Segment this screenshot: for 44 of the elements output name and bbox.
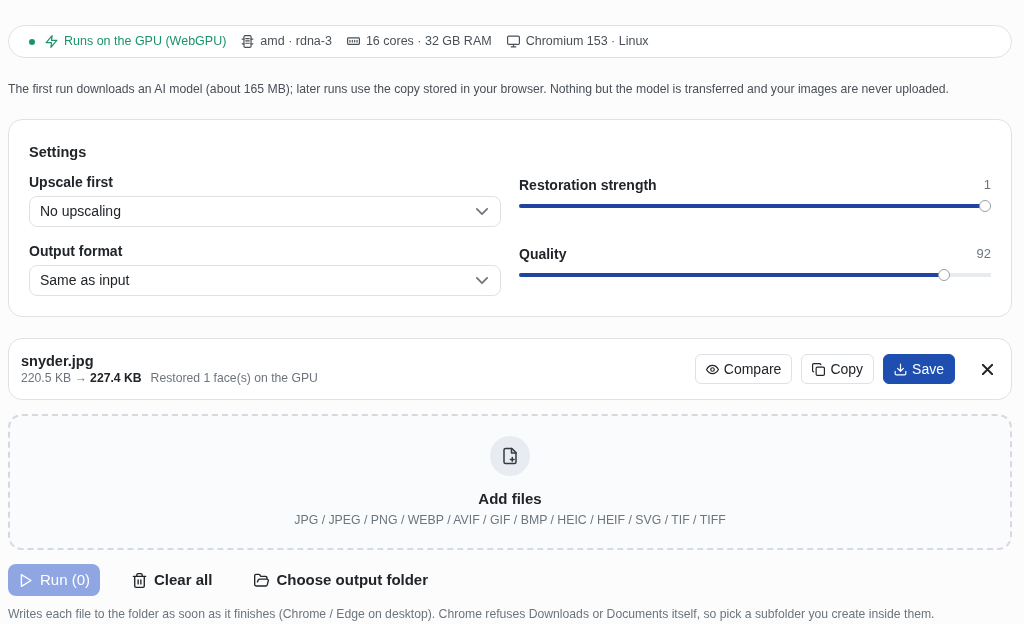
chevron-down-icon — [476, 277, 488, 285]
folder-icon — [254, 572, 270, 588]
status-text: Runs on the GPU (WebGPU) — [64, 33, 227, 51]
compare-button[interactable]: Compare — [694, 354, 793, 385]
select-field[interactable]: No upscaling — [29, 196, 501, 228]
copy-icon — [812, 362, 826, 376]
status-dot-icon — [29, 38, 35, 45]
eye-icon — [705, 362, 719, 376]
slider-label: Restoration strength — [519, 176, 657, 196]
copy-button[interactable]: Copy — [801, 354, 875, 385]
download-icon — [894, 362, 908, 376]
choose-folder-button[interactable]: Choose output folder — [244, 564, 439, 597]
monitor-icon — [506, 35, 520, 48]
remove-button[interactable] — [982, 363, 993, 375]
settings-title: Settings — [29, 143, 88, 163]
slider-label: Quality — [519, 245, 567, 265]
play-icon — [18, 572, 33, 588]
file-sizes: 220.5 KB → 227.4 KB — [21, 370, 142, 387]
format-list: JPG / JPEG / PNG / WEBP / AVIF / GIF / BMP / HEIC / HEIF / SVG / TIF / TIFF — [294, 512, 726, 529]
file-name: snyder.jpg — [21, 352, 95, 371]
select-field[interactable]: Same as input — [29, 265, 501, 297]
clear-all-button[interactable]: Clear all — [122, 564, 223, 597]
lightning-icon — [45, 35, 58, 48]
output-folder-note: Writes each file to the folder as soon as it finishes (Chrome / Edge on desktop). Chrome refuses Downloads or Documents itself, so pick a subfolder you create inside them. — [8, 606, 936, 623]
status-text: amd · rdna-3 — [260, 33, 332, 51]
save-button[interactable]: Save — [883, 354, 955, 385]
file-plus-icon — [490, 436, 530, 477]
memory-icon — [346, 35, 360, 48]
slider-thumb[interactable] — [937, 269, 950, 282]
trash-icon — [132, 572, 148, 588]
chip-icon — [241, 35, 255, 48]
slider-thumb[interactable] — [979, 200, 991, 213]
notice-text: The first run downloads an AI model (about 165 MB); later runs use the copy stored in your browser. Nothing but the model is transferred and your images are never uploaded. — [8, 81, 950, 98]
chevron-down-icon — [476, 208, 488, 216]
status-text: Chromium 153 · Linux — [525, 33, 649, 51]
field-label: Output format — [29, 242, 124, 262]
drop-zone[interactable]: Add files JPG / JPEG / PNG / WEBP / AVIF / GIF / BMP / HEIC / HEIF / SVG / TIF / TIFF — [8, 414, 1012, 551]
slider-reading: 1 — [983, 176, 991, 195]
drop-title: Add files — [478, 489, 542, 510]
slider-reading: 92 — [976, 245, 991, 264]
status-text: 16 cores · 32 GB RAM — [365, 33, 492, 51]
field-label: Upscale first — [29, 173, 115, 193]
close-icon — [982, 363, 993, 375]
file-status: Restored 1 face(s) on the GPU — [150, 370, 318, 387]
